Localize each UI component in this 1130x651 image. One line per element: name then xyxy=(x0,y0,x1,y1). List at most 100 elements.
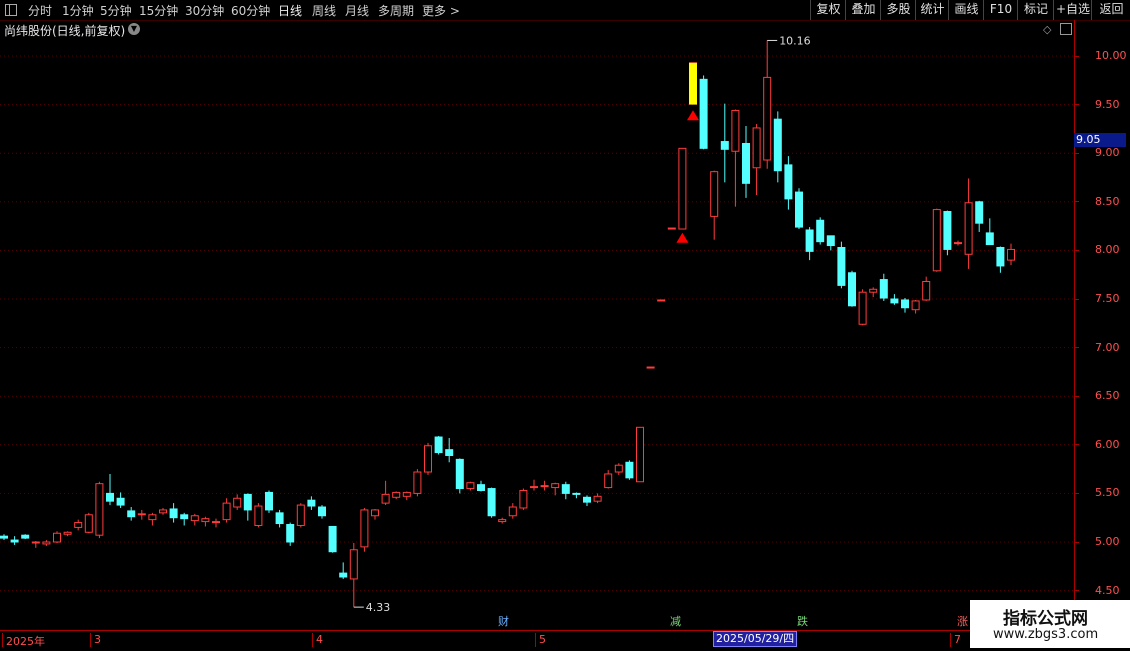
candle xyxy=(21,534,30,540)
candle-body xyxy=(127,510,136,518)
candle-body xyxy=(901,299,909,309)
candle-body xyxy=(74,522,83,528)
candle xyxy=(530,479,538,491)
candle-body xyxy=(265,491,273,511)
candle xyxy=(74,519,83,531)
candle-body xyxy=(604,473,613,489)
candle xyxy=(625,460,634,480)
candle xyxy=(773,111,782,183)
candle xyxy=(901,298,909,313)
candles xyxy=(0,40,1015,608)
candle-body xyxy=(731,109,740,152)
candle xyxy=(84,512,93,534)
candle xyxy=(286,522,295,546)
candle-body xyxy=(561,484,570,494)
watermark-url: www.zbgs3.com xyxy=(993,627,1099,642)
candle-body xyxy=(498,519,507,523)
candle-body xyxy=(233,497,242,508)
candle xyxy=(466,481,475,491)
candle-body xyxy=(381,493,390,504)
event-marker-reduce[interactable]: 减 xyxy=(669,615,682,629)
candle-body xyxy=(402,491,411,497)
candle-body xyxy=(148,514,157,521)
candle-body xyxy=(212,521,220,524)
candle xyxy=(296,503,305,528)
candle xyxy=(201,516,210,527)
candle xyxy=(1007,243,1015,265)
candle xyxy=(604,470,613,489)
candle xyxy=(975,200,984,232)
buy-signal-triangle xyxy=(687,110,699,121)
candle xyxy=(222,498,231,523)
candle xyxy=(360,507,369,552)
candle-body xyxy=(116,497,125,506)
candle xyxy=(922,276,931,301)
candle-body xyxy=(21,534,30,539)
candle-body xyxy=(169,508,178,519)
candle xyxy=(434,436,443,455)
candle-body xyxy=(572,492,581,495)
candle xyxy=(636,426,644,483)
candle xyxy=(710,170,719,240)
candle-body xyxy=(551,483,560,489)
candle xyxy=(879,273,888,301)
candlestick-chart[interactable]: 10.16 4.33 xyxy=(0,0,1130,630)
candle xyxy=(561,481,570,500)
candle xyxy=(413,469,422,497)
date-label: 7 xyxy=(950,633,961,647)
candle-body xyxy=(286,524,295,543)
candle-body xyxy=(646,366,655,369)
candle xyxy=(148,512,157,526)
candle-body xyxy=(720,141,729,150)
candle-body xyxy=(190,515,199,522)
candle-body xyxy=(530,486,538,489)
candle-body xyxy=(318,506,326,517)
candle-body xyxy=(636,426,644,483)
candle-body xyxy=(63,531,72,535)
candle xyxy=(159,507,167,515)
candle-body xyxy=(614,464,623,473)
event-marker-drop[interactable]: 跌 xyxy=(796,615,809,629)
candle xyxy=(593,493,602,504)
candle xyxy=(137,509,146,520)
candle xyxy=(95,481,104,539)
candle xyxy=(699,75,708,150)
cursor-price-label: 9.05 xyxy=(1074,133,1126,147)
candle-body xyxy=(106,492,114,502)
high-price-label: 10.16 xyxy=(779,34,811,47)
watermark-title: 指标公式网 xyxy=(1003,609,1088,629)
event-marker-rise[interactable]: 涨 xyxy=(956,615,969,629)
candle xyxy=(328,525,337,553)
candle-body xyxy=(932,209,941,272)
candle-body xyxy=(805,229,814,252)
candle xyxy=(31,541,40,548)
candle-body xyxy=(678,147,687,230)
candle-body xyxy=(975,201,984,224)
candle-body xyxy=(508,506,517,517)
candle xyxy=(540,480,549,491)
candle xyxy=(583,495,591,507)
candle xyxy=(763,40,772,169)
candle xyxy=(392,491,401,500)
candle xyxy=(106,473,114,506)
y-tick-label: 7.00 xyxy=(1075,341,1130,354)
candle xyxy=(667,227,676,230)
candle-body xyxy=(445,449,454,456)
candle xyxy=(212,518,220,528)
y-tick-label: 5.00 xyxy=(1075,535,1130,548)
y-tick-label: 8.50 xyxy=(1075,195,1130,208)
candle-body xyxy=(837,246,846,286)
candle-body xyxy=(487,488,496,517)
candle-body xyxy=(243,493,252,511)
buy-signal-triangle xyxy=(676,232,689,243)
candle xyxy=(10,536,19,545)
candle xyxy=(646,366,655,369)
y-tick-label: 10.00 xyxy=(1075,49,1130,62)
candle xyxy=(180,512,189,526)
event-marker-finance[interactable]: 财 xyxy=(497,615,510,629)
candle-body xyxy=(763,76,772,161)
candle xyxy=(519,488,528,510)
candle-body xyxy=(254,505,263,526)
candle-body xyxy=(159,509,167,514)
candle-body xyxy=(180,514,189,520)
